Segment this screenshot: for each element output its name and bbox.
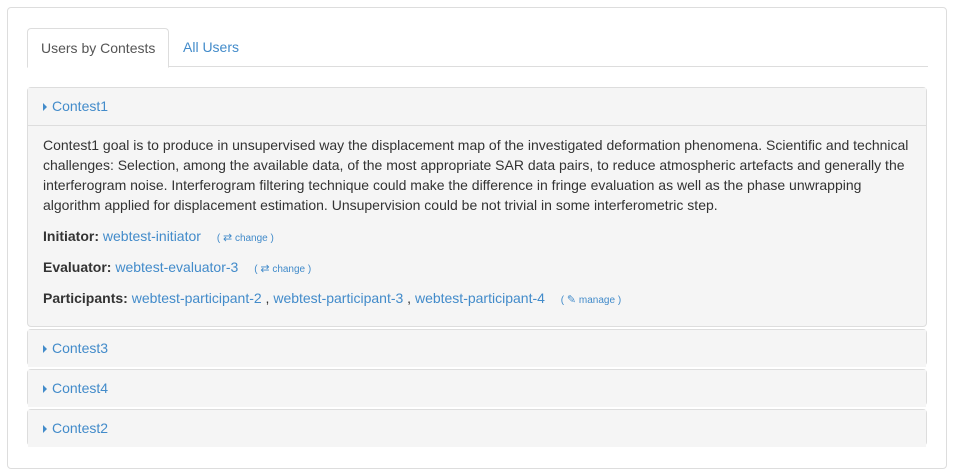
change-evaluator-button[interactable]: ( ⇄ change ) bbox=[254, 263, 311, 275]
tab-bar: Users by Contests All Users bbox=[27, 28, 928, 68]
exchange-icon: ⇄ bbox=[260, 263, 270, 275]
evaluator-user-link[interactable]: webtest-evaluator-3 bbox=[115, 259, 238, 275]
tab-users-by-contests[interactable]: Users by Contests bbox=[27, 28, 170, 68]
evaluator-row: Evaluator: webtest-evaluator-3 ( ⇄ chang… bbox=[43, 257, 911, 277]
initiator-row: Initiator: webtest-initiator ( ⇄ change … bbox=[43, 226, 911, 246]
caret-right-icon bbox=[43, 345, 47, 353]
initiator-label: Initiator: bbox=[43, 228, 99, 244]
contest-description: Contest1 goal is to produce in unsupervi… bbox=[43, 137, 909, 213]
contest-title-link[interactable]: Contest3 bbox=[52, 340, 108, 356]
change-label: change bbox=[272, 264, 306, 275]
caret-right-icon bbox=[43, 103, 47, 111]
contest-panel-contest3: Contest3 bbox=[27, 329, 927, 367]
contest-panel-contest4: Contest4 bbox=[27, 369, 927, 407]
participants-row: Participants: webtest-participant-2 , we… bbox=[43, 290, 622, 306]
evaluator-label: Evaluator: bbox=[43, 259, 112, 275]
change-label: change bbox=[234, 233, 268, 244]
manage-participants-button[interactable]: ( ✎ manage ) bbox=[561, 294, 621, 306]
tab-all-users[interactable]: All Users bbox=[170, 28, 252, 67]
edit-icon: ✎ bbox=[566, 294, 577, 306]
contest-title-link[interactable]: Contest4 bbox=[52, 380, 108, 396]
initiator-user-link[interactable]: webtest-initiator bbox=[103, 228, 201, 244]
contest-panel-contest2: Contest2 bbox=[27, 409, 927, 447]
contest-panel-contest1: Contest1 Contest1 goal is to produce in … bbox=[27, 87, 927, 327]
change-initiator-button[interactable]: ( ⇄ change ) bbox=[217, 232, 274, 244]
contest-body: Contest1 goal is to produce in unsupervi… bbox=[28, 125, 926, 308]
contest-title-link[interactable]: Contest1 bbox=[52, 98, 108, 114]
exchange-icon: ⇄ bbox=[222, 232, 233, 244]
participant-link[interactable]: webtest-participant-4 bbox=[415, 290, 545, 306]
contest-heading[interactable]: Contest4 bbox=[28, 370, 926, 407]
participant-link[interactable]: webtest-participant-3 bbox=[273, 290, 403, 306]
contest-title-link[interactable]: Contest2 bbox=[52, 420, 108, 436]
contest-heading[interactable]: Contest3 bbox=[28, 330, 926, 367]
participants-label: Participants: bbox=[43, 290, 128, 306]
contest-heading[interactable]: Contest1 bbox=[28, 88, 926, 125]
participant-link[interactable]: webtest-participant-2 bbox=[132, 290, 262, 306]
users-card: Users by Contests All Users Contest1 Con… bbox=[7, 7, 947, 469]
manage-label: manage bbox=[578, 295, 616, 306]
contest-heading[interactable]: Contest2 bbox=[28, 410, 926, 447]
caret-right-icon bbox=[43, 385, 47, 393]
caret-right-icon bbox=[43, 425, 47, 433]
